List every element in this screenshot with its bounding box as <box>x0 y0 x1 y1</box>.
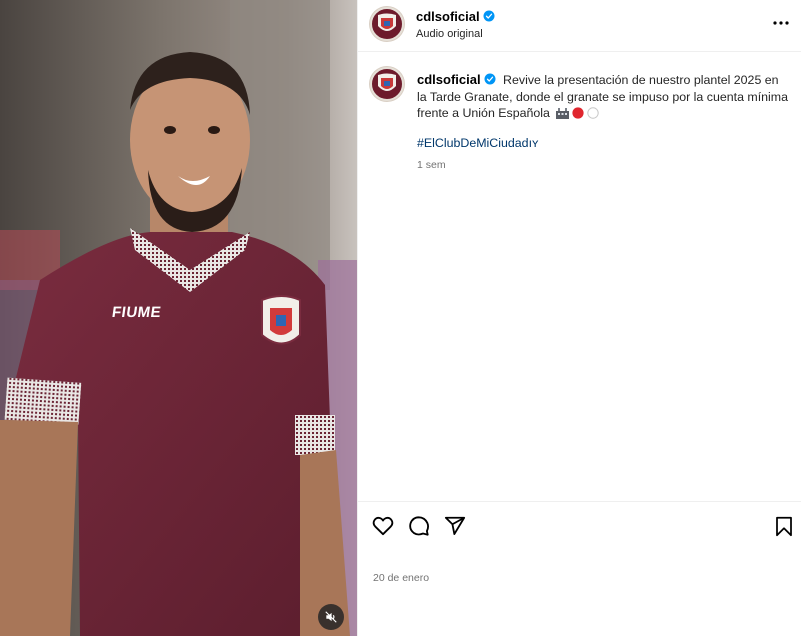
verified-badge-icon <box>483 10 495 22</box>
player-photo <box>0 0 357 636</box>
post-video[interactable]: FIUME <box>0 0 357 636</box>
stadium-icon <box>556 108 570 119</box>
share-button[interactable] <box>443 514 467 538</box>
caption-text-block: cdlsoficial Revive la presentación de nu… <box>417 72 789 122</box>
like-button[interactable] <box>371 514 395 538</box>
muted-speaker-icon <box>325 611 337 623</box>
account-username[interactable]: cdlsoficial <box>416 9 495 24</box>
caption-username[interactable]: cdlsoficial <box>417 72 496 87</box>
more-options-button[interactable] <box>772 14 790 32</box>
caption-hashtag-link[interactable]: #ElClubDeMiCiudadıʏ <box>417 136 538 150</box>
save-button[interactable] <box>772 514 796 538</box>
verified-badge-icon <box>484 73 496 85</box>
comment-button[interactable] <box>407 514 431 538</box>
post-side-panel: cdlsoficial Audio original cdlsoficial R… <box>357 0 801 636</box>
post-header: cdlsoficial Audio original <box>358 0 801 52</box>
account-avatar[interactable] <box>370 7 404 41</box>
mute-toggle-button[interactable] <box>318 604 344 630</box>
club-crest-icon <box>378 73 396 91</box>
bookmark-icon <box>776 516 792 536</box>
account-username-text: cdlsoficial <box>416 9 480 24</box>
post-action-bar <box>358 501 801 549</box>
caption-time-ago[interactable]: 1 sem <box>417 159 446 171</box>
comment-icon <box>409 516 429 536</box>
caption-emojis <box>556 107 600 119</box>
club-crest-icon <box>378 13 396 31</box>
more-options-icon <box>773 21 789 25</box>
shirt-brand-text: FIUME <box>110 304 163 321</box>
share-icon <box>444 516 466 535</box>
audio-label[interactable]: Audio original <box>416 28 483 40</box>
red-circle-icon <box>572 107 585 119</box>
heart-icon <box>372 516 394 536</box>
caption-avatar[interactable] <box>370 67 404 101</box>
white-circle-icon <box>587 107 600 119</box>
caption-username-text: cdlsoficial <box>417 72 481 87</box>
instagram-post: FIUME cdlsoficial Audio original cdlsofi… <box>0 0 801 636</box>
post-date[interactable]: 20 de enero <box>373 572 429 584</box>
